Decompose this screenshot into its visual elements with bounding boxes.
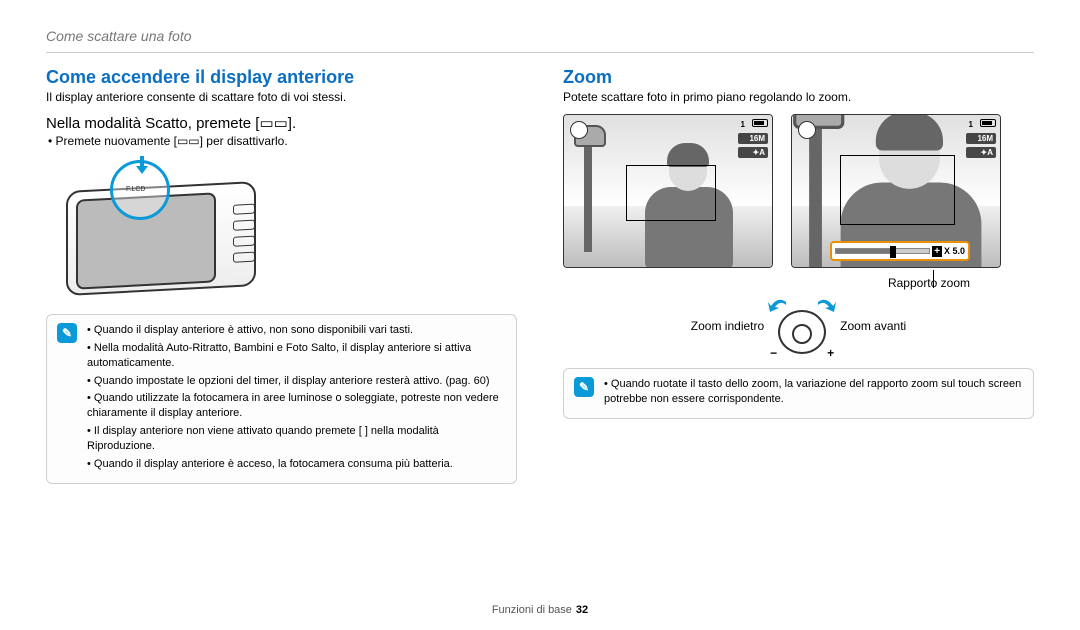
resolution-badge: 16M (738, 133, 768, 144)
right-column: Zoom Potete scattare foto in primo piano… (563, 67, 1034, 484)
step-instruction: Nella modalità Scatto, premete [▭▭]. (46, 114, 517, 132)
flcd-button-icon: ▭▭ (177, 134, 200, 148)
left-column: Come accendere il display anteriore Il d… (46, 67, 517, 484)
zoom-dial-illustration: − + (774, 298, 830, 354)
zoom-in-label: Zoom avanti (840, 319, 906, 333)
note-item: Quando impostate le opzioni del timer, i… (87, 374, 506, 389)
battery-icon (980, 119, 996, 127)
zoom-out-label: Zoom indietro (691, 319, 764, 333)
resolution-badge: 16M (966, 133, 996, 144)
intro-zoom: Potete scattare foto in primo piano rego… (563, 90, 1034, 104)
zoom-plus-icon: + (932, 246, 942, 257)
arrow-down-icon (136, 156, 148, 176)
info-box-right: ✎ Quando ruotate il tasto dello zoom, la… (563, 368, 1034, 419)
sub-bullet: Premete nuovamente [▭▭] per disattivarlo… (48, 134, 517, 148)
focus-rect-icon (626, 165, 716, 221)
mode-icon (798, 121, 816, 139)
zoom-bar: + X 5.0 (830, 241, 970, 261)
breadcrumb: Come scattare una foto (46, 28, 1034, 53)
mode-icon (570, 121, 588, 139)
battery-icon (752, 119, 768, 127)
flcd-label: F.LCD (126, 186, 145, 193)
note-item: Nella modalità Auto-Ritratto, Bambini e … (87, 341, 506, 371)
intro-front-display: Il display anteriore consente di scattar… (46, 90, 517, 104)
info-box-left: ✎ Quando il display anteriore è attivo, … (46, 314, 517, 484)
overlay-icons: 1 16M ✦A (738, 119, 768, 158)
leader-line (933, 270, 934, 288)
minus-icon: − (770, 346, 777, 360)
heading-front-display: Come accendere il display anteriore (46, 67, 517, 88)
zoom-ratio-label: Rapporto zoom (563, 276, 1034, 290)
note-item: Il display anteriore non viene attivato … (87, 424, 506, 454)
note-icon: ✎ (57, 323, 77, 343)
camera-screen-zoomed: 1 16M ✦A + X 5.0 (791, 114, 1001, 268)
zoom-readout: X 5.0 (944, 246, 965, 256)
overlay-icons: 1 16M ✦A (966, 119, 996, 158)
flash-badge: ✦A (966, 147, 996, 158)
focus-rect-icon (840, 155, 955, 225)
streetlamp-icon (584, 127, 592, 252)
page-footer: Funzioni di base32 (0, 604, 1080, 616)
plus-icon: + (827, 346, 834, 360)
note-item: Quando il display anteriore è acceso, la… (87, 457, 506, 472)
heading-zoom: Zoom (563, 67, 1034, 88)
camera-illustration: F.LCD (46, 156, 266, 296)
camera-screen-wide: 1 16M ✦A (563, 114, 773, 268)
note-icon: ✎ (574, 377, 594, 397)
flcd-button-icon: ▭▭ (259, 115, 287, 132)
note-item: Quando utilizzate la fotocamera in aree … (87, 391, 506, 421)
note-item: Quando il display anteriore è attivo, no… (87, 323, 506, 338)
note-item: Quando ruotate il tasto dello zoom, la v… (604, 377, 1023, 407)
flash-badge: ✦A (738, 147, 768, 158)
